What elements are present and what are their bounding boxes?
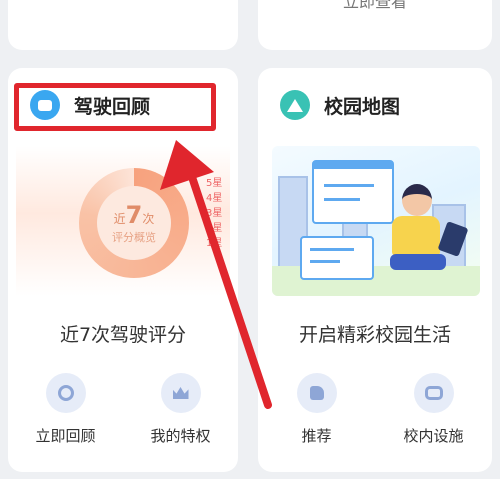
crown-icon — [160, 373, 201, 413]
map-icon — [280, 90, 310, 120]
legend-item: 4星 — [206, 193, 223, 204]
review-now-button[interactable]: 立即回顾 — [16, 373, 116, 446]
review-icon — [45, 373, 86, 413]
campus-map-subtitle: 开启精彩校园生活 — [298, 324, 451, 346]
driving-review-illustration: 近7次 评分概览 5星 4星 3星 2星 1星 — [16, 146, 230, 296]
review-now-label: 立即回顾 — [35, 427, 96, 445]
student-legs-shape — [390, 254, 446, 270]
score-legend: 5星 4星 3星 2星 1星 — [206, 176, 222, 251]
my-privileges-button[interactable]: 我的特权 — [131, 373, 231, 446]
view-now-link[interactable]: 立即查看 — [258, 0, 492, 12]
thumbs-up-icon — [296, 373, 337, 413]
info-panel-shape — [300, 236, 374, 280]
campus-map-title-text: 校园地图 — [324, 95, 401, 118]
top-card-right[interactable]: 立即查看 — [258, 0, 492, 50]
highlight-box — [14, 83, 216, 131]
chart-screen-shape — [312, 160, 394, 224]
legend-item: 3星 — [206, 208, 223, 219]
facility-icon — [413, 373, 454, 413]
ring-suffix: 次 — [142, 212, 155, 226]
student-body-shape — [392, 216, 440, 256]
ring-subtext: 评分概览 — [112, 231, 156, 244]
ring-count: 7 — [125, 201, 143, 229]
campus-facilities-label: 校内设施 — [403, 427, 464, 445]
recommend-button[interactable]: 推荐 — [267, 373, 367, 446]
ring-center: 近7次 评分概览 — [97, 186, 171, 260]
campus-facilities-button[interactable]: 校内设施 — [384, 373, 484, 446]
driving-review-actions: 立即回顾 我的特权 — [8, 373, 238, 446]
legend-item: 2星 — [206, 223, 223, 234]
score-ring: 近7次 评分概览 — [79, 168, 189, 278]
campus-map-title[interactable]: 校园地图 — [280, 90, 400, 120]
campus-illustration — [272, 146, 480, 296]
campus-map-card[interactable]: 校园地图 开启精彩校园生活 推荐 校内设施 — [258, 68, 492, 472]
top-card-left[interactable] — [8, 0, 238, 50]
campus-map-actions: 推荐 校内设施 — [258, 373, 492, 446]
legend-item: 5星 — [206, 178, 223, 189]
ring-prefix: 近 — [113, 212, 126, 226]
recommend-label: 推荐 — [301, 427, 332, 445]
my-privileges-label: 我的特权 — [150, 427, 211, 445]
legend-item: 1星 — [206, 238, 223, 249]
driving-review-subtitle: 近7次驾驶评分 — [59, 324, 187, 346]
student-head-shape — [402, 184, 432, 216]
